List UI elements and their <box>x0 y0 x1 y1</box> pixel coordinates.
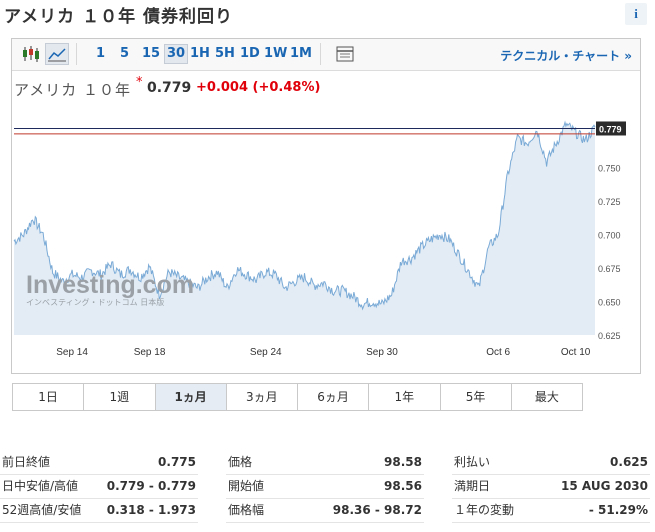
stat-value: 98.56 <box>384 479 422 493</box>
stat-row: 52週高値/安値 0.318 - 1.973 <box>0 499 198 523</box>
range-3m[interactable]: 3ヵ月 <box>227 384 298 410</box>
change-abs: +0.004 <box>196 80 249 95</box>
change-pct: (+0.48%) <box>252 80 321 95</box>
watermark-logo: Investing.com <box>26 271 194 299</box>
current-price-label: 0.779 <box>599 124 622 134</box>
timeframe-1h[interactable]: 1H <box>190 46 210 61</box>
stat-value: - 51.29% <box>588 503 648 517</box>
range-1d[interactable]: 1日 <box>13 384 85 410</box>
stat-value: 98.36 - 98.72 <box>332 503 422 517</box>
timeframe-5h[interactable]: 5H <box>215 46 235 61</box>
timeframe-1d[interactable]: 1D <box>240 46 260 61</box>
stat-value: 0.318 - 1.973 <box>106 503 196 517</box>
stats-column: 利払い 0.625 満期日 15 AUG 2030 １年の変動 - 51.29% <box>452 451 650 523</box>
range-1w[interactable]: 1週 <box>84 384 156 410</box>
stat-label: 日中安値/高値 <box>2 479 79 493</box>
stat-label: 満期日 <box>454 479 491 493</box>
toolbar-separator <box>320 43 321 65</box>
stat-row: 前日終値 0.775 <box>0 451 198 475</box>
stat-label: 価格幅 <box>228 503 265 517</box>
range-1y[interactable]: 1年 <box>369 384 441 410</box>
x-tick-label: Oct 10 <box>561 347 591 358</box>
timeframe-30[interactable]: 30 <box>164 44 189 64</box>
stat-row: １年の変動 - 51.29% <box>452 499 650 523</box>
range-selector: 1日 1週 1ヵ月 3ヵ月 6ヵ月 1年 5年 最大 <box>12 383 583 411</box>
stat-value: 0.779 - 0.779 <box>106 479 196 493</box>
page-title: アメリカ １０年 債券利回り <box>4 7 233 27</box>
x-tick-label: Sep 18 <box>134 347 166 358</box>
chart-toolbar: 1 5 15 30 1H 5H 1D 1W 1M テクニカル・チャート » <box>12 39 640 71</box>
range-5y[interactable]: 5年 <box>441 384 512 410</box>
timeframe-15[interactable]: 15 <box>142 46 160 61</box>
last-price: 0.779 <box>147 80 192 96</box>
candlestick-icon[interactable] <box>20 44 42 64</box>
stat-label: 利払い <box>454 455 491 469</box>
y-tick-label: 0.650 <box>598 297 621 307</box>
stat-value: 15 AUG 2030 <box>561 479 648 493</box>
stats-column: 前日終値 0.775 日中安値/高値 0.779 - 0.779 52週高値/安値 0… <box>0 451 198 523</box>
stat-label: 前日終値 <box>2 455 51 469</box>
stat-row: 価格幅 98.36 - 98.72 <box>226 499 424 523</box>
stat-row: 満期日 15 AUG 2030 <box>452 475 650 499</box>
x-tick-label: Sep 14 <box>56 347 88 358</box>
y-tick-label: 0.625 <box>598 331 621 341</box>
x-tick-label: Sep 24 <box>250 347 282 358</box>
stat-row: 価格 98.58 <box>226 451 424 475</box>
y-tick-label: 0.750 <box>598 163 621 173</box>
range-max[interactable]: 最大 <box>512 384 582 410</box>
price-change: +0.004 (+0.48%) <box>196 80 320 95</box>
line-chart-icon[interactable] <box>45 43 69 65</box>
stat-row: 利払い 0.625 <box>452 451 650 475</box>
stat-label: 52週高値/安値 <box>2 503 82 517</box>
y-tick-label: 0.725 <box>598 197 621 207</box>
range-1m[interactable]: 1ヵ月 <box>155 384 227 410</box>
table-icon[interactable] <box>334 44 356 64</box>
info-icon[interactable]: i <box>625 3 647 25</box>
timeframe-1[interactable]: 1 <box>96 46 105 61</box>
timeframe-1m[interactable]: 1M <box>290 46 312 61</box>
x-tick-label: Sep 30 <box>366 347 398 358</box>
stat-row: 開始値 98.56 <box>226 475 424 499</box>
stat-value: 0.775 <box>158 455 196 469</box>
stat-label: 開始値 <box>228 479 265 493</box>
stat-value: 98.58 <box>384 455 422 469</box>
toolbar-separator <box>76 43 77 65</box>
stat-value: 0.625 <box>610 455 648 469</box>
timeframe-5[interactable]: 5 <box>120 46 129 61</box>
delayed-asterisk-icon: * <box>136 75 143 90</box>
y-tick-label: 0.700 <box>598 230 621 240</box>
x-tick-label: Oct 6 <box>486 347 510 358</box>
watermark-subtitle: インベスティング・ドットコム 日本版 <box>26 297 164 307</box>
range-6m[interactable]: 6ヵ月 <box>298 384 370 410</box>
stat-label: 価格 <box>228 455 253 469</box>
y-tick-label: 0.675 <box>598 264 621 274</box>
price-chart[interactable]: Investing.comインベスティング・ドットコム 日本版 0.779 0.75… <box>12 101 640 371</box>
timeframe-1w[interactable]: 1W <box>264 46 287 61</box>
chart-panel: 1 5 15 30 1H 5H 1D 1W 1M テクニカル・チャート » アメ… <box>11 38 641 374</box>
technical-chart-link[interactable]: テクニカル・チャート » <box>500 47 632 64</box>
stat-label: １年の変動 <box>454 503 515 517</box>
stat-row: 日中安値/高値 0.779 - 0.779 <box>0 475 198 499</box>
instrument-name: アメリカ １０年 <box>14 81 132 99</box>
stats-column: 価格 98.58 開始値 98.56 価格幅 98.36 - 98.72 <box>226 451 424 523</box>
